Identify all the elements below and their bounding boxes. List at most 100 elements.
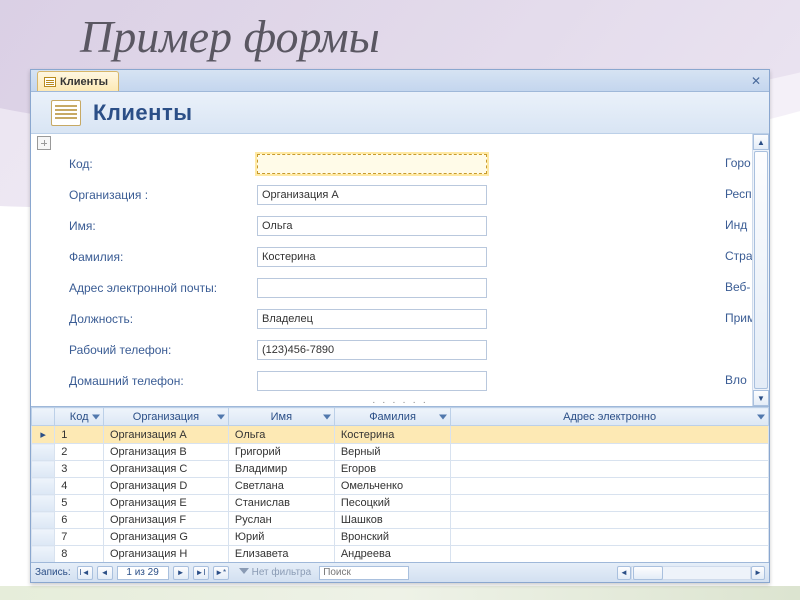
cell[interactable]	[451, 495, 769, 512]
hscroll-left-button[interactable]: ◄	[617, 566, 631, 580]
cell[interactable]: Егоров	[334, 461, 450, 478]
field-input[interactable]	[257, 216, 487, 236]
cell[interactable]: Светлана	[228, 478, 334, 495]
hscroll-right-button[interactable]: ►	[751, 566, 765, 580]
row-selector[interactable]	[32, 495, 55, 512]
cell[interactable]: Шашков	[334, 512, 450, 529]
cell[interactable]: 1	[55, 426, 104, 444]
chevron-down-icon[interactable]	[217, 414, 225, 419]
record-selector[interactable]	[37, 136, 51, 150]
table-row[interactable]: 4Организация DСветланаОмельченко	[32, 478, 769, 495]
row-selector[interactable]	[32, 461, 55, 478]
cell[interactable]: Станислав	[228, 495, 334, 512]
hscroll-thumb[interactable]	[633, 566, 663, 580]
cell[interactable]: Ольга	[228, 426, 334, 444]
field-input[interactable]	[257, 185, 487, 205]
cell[interactable]: Елизавета	[228, 546, 334, 563]
cell[interactable]	[451, 512, 769, 529]
cell[interactable]: 7	[55, 529, 104, 546]
field-input[interactable]	[257, 371, 487, 391]
cell[interactable]: Юрий	[228, 529, 334, 546]
cell[interactable]: Верный	[334, 444, 450, 461]
cell[interactable]: Григорий	[228, 444, 334, 461]
tab-close-button[interactable]: ✕	[749, 74, 763, 88]
cell[interactable]: 8	[55, 546, 104, 563]
cell[interactable]: Организация В	[103, 444, 228, 461]
cell[interactable]: Организация Н	[103, 546, 228, 563]
row-header-corner[interactable]	[32, 408, 55, 426]
row-selector[interactable]: ▸	[32, 426, 55, 444]
cell[interactable]: Вронский	[334, 529, 450, 546]
cell[interactable]	[451, 529, 769, 546]
field-row: Домашний телефон:	[69, 365, 769, 396]
horizontal-scrollbar[interactable]: ◄ ►	[617, 566, 765, 580]
hscroll-track[interactable]	[631, 566, 751, 580]
cell[interactable]: 5	[55, 495, 104, 512]
cell[interactable]: Организация D	[103, 478, 228, 495]
column-header[interactable]: Имя	[228, 408, 334, 426]
column-header[interactable]: Организация	[103, 408, 228, 426]
nav-prev-button[interactable]: ◄	[97, 566, 113, 580]
cell[interactable]: 2	[55, 444, 104, 461]
table-row[interactable]: 8Организация НЕлизаветаАндреева	[32, 546, 769, 563]
cell[interactable]	[451, 478, 769, 495]
filter-indicator[interactable]: Нет фильтра	[239, 567, 312, 578]
cell[interactable]: Костерина	[334, 426, 450, 444]
scroll-thumb[interactable]	[754, 151, 768, 389]
chevron-down-icon[interactable]	[439, 414, 447, 419]
cell[interactable]: Андреева	[334, 546, 450, 563]
cell[interactable]: 4	[55, 478, 104, 495]
cell[interactable]: Организация G	[103, 529, 228, 546]
nav-new-button[interactable]: ►*	[213, 566, 229, 580]
cell[interactable]: Организация F	[103, 512, 228, 529]
cell[interactable]: Организация С	[103, 461, 228, 478]
cell[interactable]: Руслан	[228, 512, 334, 529]
table-row[interactable]: ▸1Организация АОльгаКостерина	[32, 426, 769, 444]
table-row[interactable]: 5Организация ЕСтаниславПесоцкий	[32, 495, 769, 512]
table-row[interactable]: 7Организация GЮрийВронский	[32, 529, 769, 546]
vertical-scrollbar[interactable]: ▲ ▼	[752, 134, 769, 406]
row-selector[interactable]	[32, 529, 55, 546]
field-input[interactable]	[257, 278, 487, 298]
tab-clients[interactable]: Клиенты	[37, 71, 119, 91]
column-header[interactable]: Адрес электронно	[451, 408, 769, 426]
cell[interactable]	[451, 444, 769, 461]
row-selector[interactable]	[32, 444, 55, 461]
chevron-down-icon[interactable]	[92, 414, 100, 419]
row-selector[interactable]	[32, 478, 55, 495]
cell[interactable]: 3	[55, 461, 104, 478]
nav-first-button[interactable]: I◄	[77, 566, 93, 580]
nav-last-button[interactable]: ►I	[193, 566, 209, 580]
record-position-box[interactable]: 1 из 29	[117, 566, 169, 580]
cell[interactable]: 6	[55, 512, 104, 529]
chevron-down-icon[interactable]	[323, 414, 331, 419]
cell[interactable]: Организация А	[103, 426, 228, 444]
scroll-up-button[interactable]: ▲	[753, 134, 769, 150]
field-input[interactable]	[257, 247, 487, 267]
cell[interactable]	[451, 461, 769, 478]
field-input[interactable]	[257, 340, 487, 360]
row-selector[interactable]	[32, 512, 55, 529]
record-nav-label: Запись:	[35, 567, 71, 578]
column-header[interactable]: Код	[55, 408, 104, 426]
pane-splitter-handle[interactable]: · · · · · ·	[31, 399, 769, 405]
cell[interactable]: Омельченко	[334, 478, 450, 495]
cell[interactable]	[451, 426, 769, 444]
row-selector[interactable]	[32, 546, 55, 563]
table-row[interactable]: 6Организация FРусланШашков	[32, 512, 769, 529]
search-box[interactable]: Поиск	[319, 566, 409, 580]
cell[interactable]: Организация Е	[103, 495, 228, 512]
field-input[interactable]	[257, 309, 487, 329]
field-label: Должность:	[69, 312, 257, 326]
column-header-label: Имя	[271, 411, 292, 423]
cell[interactable]: Песоцкий	[334, 495, 450, 512]
cell[interactable]: Владимир	[228, 461, 334, 478]
table-row[interactable]: 3Организация СВладимирЕгоров	[32, 461, 769, 478]
column-header[interactable]: Фамилия	[334, 408, 450, 426]
nav-next-button[interactable]: ►	[173, 566, 189, 580]
scroll-down-button[interactable]: ▼	[753, 390, 769, 406]
chevron-down-icon[interactable]	[757, 414, 765, 419]
cell[interactable]	[451, 546, 769, 563]
field-input[interactable]	[257, 154, 487, 174]
table-row[interactable]: 2Организация ВГригорийВерный	[32, 444, 769, 461]
